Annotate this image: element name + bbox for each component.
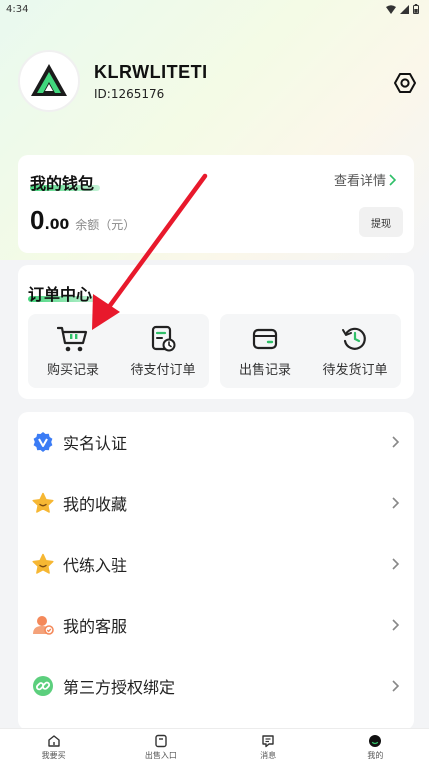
balance-integer: 0 <box>30 205 45 235</box>
settings-hex-icon[interactable] <box>394 72 416 94</box>
link-icon <box>33 676 53 696</box>
order-center-card: 订单中心 购买记录 待支付订单 出售记录 待发货订单 <box>18 265 414 399</box>
order-item-pending-payment[interactable]: 待支付订单 <box>118 314 208 388</box>
order-item-purchase-history[interactable]: 购买记录 <box>28 314 118 388</box>
star-icon <box>32 553 54 574</box>
order-item-label: 购买记录 <box>46 363 99 378</box>
menu-item-label: 我的客服 <box>63 617 128 636</box>
menu-item-customer-service[interactable]: 我的客服 <box>18 595 414 655</box>
menu-item-third-party-binding[interactable]: 第三方授权绑定 <box>18 656 414 716</box>
customer-service-icon <box>33 616 54 635</box>
bottom-tab-bar: 我要买 出售入口 消息 我的 <box>0 728 429 763</box>
menu-item-label: 实名认证 <box>63 434 128 453</box>
tab-label: 消息 <box>260 751 277 760</box>
avatar[interactable] <box>18 50 80 112</box>
user-id: ID:1265176 <box>94 86 165 101</box>
status-time: 4:34 <box>6 3 29 15</box>
tab-label: 我的 <box>367 751 384 760</box>
tab-buy[interactable]: 我要买 <box>0 729 107 763</box>
status-bar: 4:34 <box>0 0 429 18</box>
sales-group: 出售记录 待发货订单 <box>220 314 401 388</box>
menu-item-label: 我的收藏 <box>63 495 128 514</box>
withdraw-button[interactable]: 提现 <box>359 207 403 237</box>
signal-icon <box>400 4 409 14</box>
balance-label: 余额（元） <box>75 218 136 232</box>
chevron-right-icon <box>392 558 400 570</box>
chevron-right-icon <box>389 173 397 186</box>
wifi-icon <box>386 4 396 14</box>
verified-badge-icon <box>33 432 53 452</box>
cart-icon <box>57 326 88 352</box>
order-item-pending-shipment[interactable]: 待发货订单 <box>310 314 400 388</box>
status-icons <box>386 4 419 14</box>
purchase-group: 购买记录 待支付订单 <box>28 314 209 388</box>
chevron-right-icon <box>392 436 400 448</box>
tab-label: 出售入口 <box>144 751 177 760</box>
order-center-title: 订单中心 <box>28 285 93 304</box>
menu-item-booster-signup[interactable]: 代练入驻 <box>18 534 414 594</box>
pending-payment-icon <box>151 325 176 352</box>
order-item-label: 待发货订单 <box>322 363 388 378</box>
app-logo-icon <box>31 64 67 96</box>
profile-header[interactable]: KLRWLITETI ID:1265176 <box>18 50 208 112</box>
wallet-icon <box>252 328 278 350</box>
chevron-right-icon <box>392 497 400 509</box>
order-item-label: 待支付订单 <box>130 363 196 378</box>
order-item-sales-history[interactable]: 出售记录 <box>220 314 310 388</box>
home-icon <box>47 735 60 747</box>
star-icon <box>32 492 54 513</box>
wallet-card[interactable]: 我的钱包 查看详情 0 .00 余额（元） 提现 <box>18 155 414 253</box>
message-icon <box>262 735 274 748</box>
wallet-balance: 0 .00 余额（元） <box>30 205 135 236</box>
tab-label: 我要买 <box>41 751 66 760</box>
chevron-right-icon <box>392 680 400 692</box>
tab-sell[interactable]: 出售入口 <box>107 729 214 763</box>
menu-item-label: 代练入驻 <box>63 556 128 575</box>
tab-profile[interactable]: 我的 <box>322 729 429 763</box>
menu-item-label: 第三方授权绑定 <box>63 678 176 697</box>
sell-icon <box>155 734 167 748</box>
chevron-right-icon <box>392 619 400 631</box>
history-icon <box>342 327 366 350</box>
wallet-title: 我的钱包 <box>30 174 95 193</box>
menu-item-my-favorites[interactable]: 我的收藏 <box>18 473 414 533</box>
wallet-detail-label: 查看详情 <box>334 174 387 189</box>
wallet-detail-link[interactable]: 查看详情 <box>334 170 397 189</box>
balance-decimal: .00 <box>44 217 70 233</box>
tab-messages[interactable]: 消息 <box>215 729 322 763</box>
order-item-label: 出售记录 <box>238 363 291 378</box>
battery-icon <box>413 4 419 14</box>
menu-item-real-name-verification[interactable]: 实名认证 <box>18 412 414 472</box>
settings-menu-card: 实名认证 我的收藏 代练入驻 我的客服 第三方授权绑定 <box>18 412 414 730</box>
username: KLRWLITETI <box>94 61 208 82</box>
profile-icon <box>369 735 382 747</box>
